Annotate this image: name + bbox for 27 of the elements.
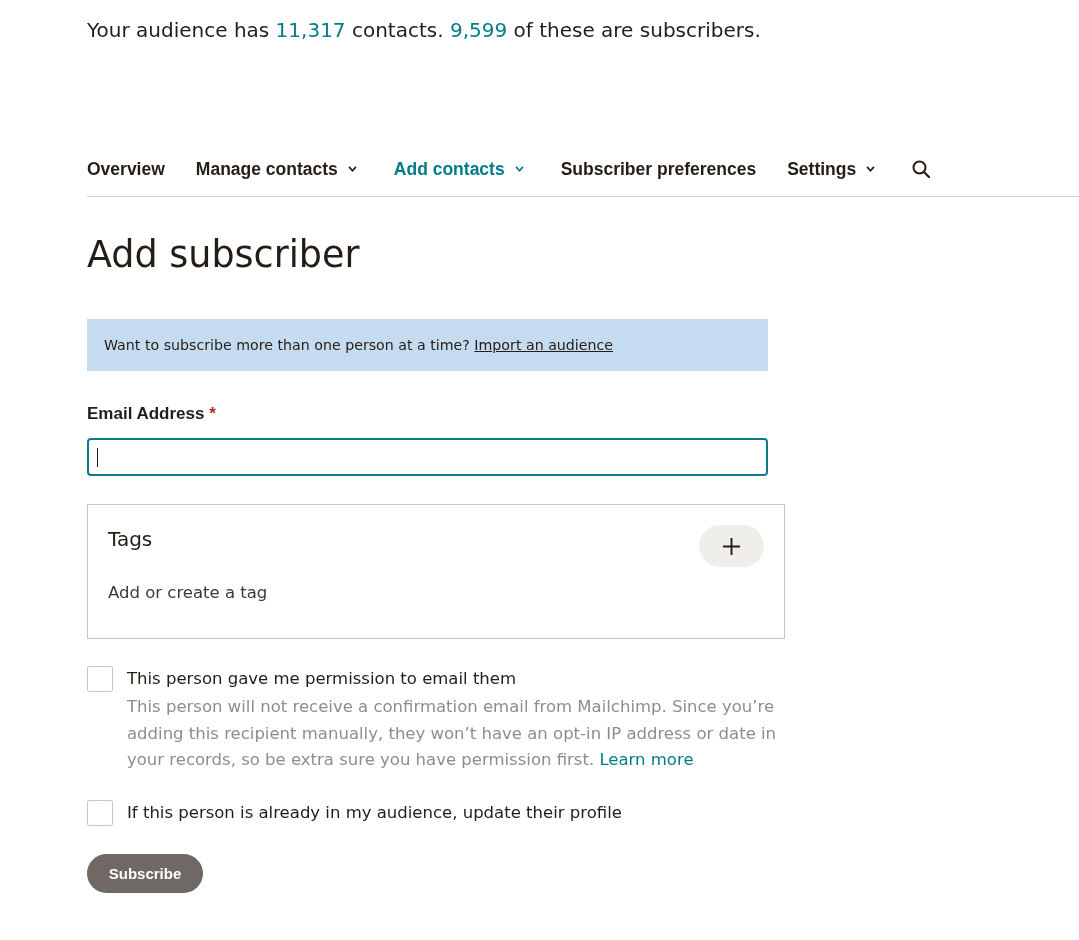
banner-text: Want to subscribe more than one person at a time? Import an audience [104,337,614,353]
nav-tab[interactable]: Subscriber preferences [560,158,757,180]
plus-icon [723,537,740,555]
email-input[interactable] [87,438,768,476]
subscribe-button[interactable]: Subscribe [87,853,203,893]
nav-tab[interactable]: Settings [787,158,876,180]
add-tag-button[interactable] [699,525,764,567]
search-icon[interactable] [912,160,931,178]
checkbox[interactable] [87,799,113,826]
tags-title: Tags [108,526,153,553]
checkbox-label: If this person is already in my audience, update their profile [127,801,622,824]
tags-hint: Add or create a tag [108,582,268,604]
nav-tab[interactable]: Manage contacts [195,158,357,180]
checkbox-label: This person gave me permission to email them [127,668,517,690]
page-title: Add subscriber [87,232,360,278]
chevron-down-icon [347,166,357,172]
import-audience-link[interactable]: Import an audience [474,337,614,353]
email-label: Email Address * [87,403,216,425]
nav-tab[interactable]: Add contacts [393,158,524,180]
text-cursor-icon [97,447,98,467]
permission-description: This person will not receive a confirmation email from Mailchimp. Since you’re adding this recipient manually, they won’t have an opt-in IP address or date in your records, so be extra sure you have permission first. Learn more [127,696,777,771]
checkbox[interactable] [87,666,113,692]
audience-summary: Your audience has 11,317 contacts. 9,599 of these are subscribers. [87,17,761,44]
chevron-down-icon [866,166,876,172]
chevron-down-icon [514,166,524,172]
nav-tab[interactable]: Overview [87,158,165,180]
learn-more-link[interactable]: Learn more [599,750,694,769]
